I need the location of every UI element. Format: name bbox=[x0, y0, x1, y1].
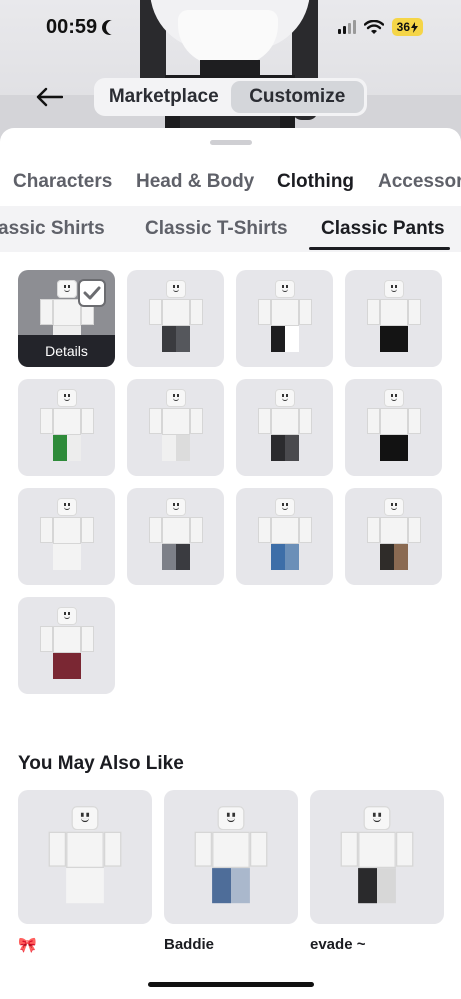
item-grid: Details bbox=[18, 270, 443, 694]
tab-head-body[interactable]: Head & Body bbox=[136, 171, 254, 193]
item-tile[interactable]: Details bbox=[18, 270, 115, 367]
back-button[interactable] bbox=[30, 80, 68, 114]
recommended-item[interactable]: evade ~ bbox=[310, 790, 444, 954]
recommended-item-name: 🎀 bbox=[18, 937, 37, 954]
item-tile[interactable] bbox=[127, 488, 224, 585]
tab-classic-pants[interactable]: Classic Pants bbox=[321, 218, 445, 240]
category-tabs: Characters Head & Body Clothing Accessor bbox=[0, 168, 461, 200]
details-button[interactable]: Details bbox=[18, 335, 115, 367]
status-indicators: 36 bbox=[337, 18, 423, 36]
status-bar: 00:59 36 bbox=[0, 0, 461, 54]
item-tile[interactable] bbox=[345, 379, 442, 476]
item-tile[interactable] bbox=[127, 379, 224, 476]
item-tile[interactable] bbox=[236, 379, 333, 476]
avatar-figure bbox=[146, 498, 206, 578]
avatar-figure bbox=[191, 806, 272, 914]
status-time-group: 00:59 bbox=[46, 16, 117, 39]
moon-icon bbox=[106, 20, 121, 35]
tab-customize[interactable]: Customize bbox=[230, 81, 364, 113]
avatar-figure bbox=[37, 607, 97, 687]
avatar-figure bbox=[364, 280, 424, 360]
avatar-figure bbox=[364, 498, 424, 578]
avatar-figure bbox=[337, 806, 418, 914]
item-tile[interactable] bbox=[236, 488, 333, 585]
item-tile[interactable] bbox=[18, 488, 115, 585]
recommended-item-name: Baddie bbox=[164, 936, 215, 953]
tab-classic-t-shirts[interactable]: Classic T-Shirts bbox=[145, 218, 288, 240]
sheet-grabber[interactable] bbox=[210, 140, 252, 145]
item-tile[interactable] bbox=[18, 597, 115, 694]
avatar-figure bbox=[146, 280, 206, 360]
customize-sheet: Characters Head & Body Clothing Accessor… bbox=[0, 128, 461, 999]
tab-marketplace[interactable]: Marketplace bbox=[97, 81, 231, 113]
recommended-thumbnail[interactable] bbox=[18, 790, 152, 924]
item-tile[interactable] bbox=[345, 270, 442, 367]
tab-characters[interactable]: Characters bbox=[13, 171, 112, 193]
charging-bolt-icon bbox=[411, 21, 418, 33]
active-tab-underline bbox=[309, 247, 450, 250]
mode-switch: Marketplace Customize bbox=[94, 78, 367, 116]
avatar-figure bbox=[37, 498, 97, 578]
recommended-thumbnail[interactable] bbox=[310, 790, 444, 924]
subcategory-tabs: assic Shirts Classic T-Shirts Classic Pa… bbox=[0, 206, 461, 252]
recommended-item[interactable]: Baddie bbox=[164, 790, 298, 954]
cellular-signal-icon bbox=[337, 20, 356, 34]
recommended-thumbnail[interactable] bbox=[164, 790, 298, 924]
recommended-item-name: evade ~ bbox=[310, 936, 366, 953]
item-tile[interactable] bbox=[345, 488, 442, 585]
avatar-figure bbox=[146, 389, 206, 469]
avatar-figure bbox=[255, 389, 315, 469]
avatar-figure bbox=[37, 389, 97, 469]
tab-accessories[interactable]: Accessor bbox=[378, 171, 461, 193]
avatar-figure bbox=[255, 280, 315, 360]
battery-indicator: 36 bbox=[391, 18, 423, 36]
checkmark-icon bbox=[78, 279, 106, 307]
recommended-item[interactable]: 🎀 bbox=[18, 790, 152, 954]
status-time: 00:59 bbox=[46, 15, 98, 38]
battery-level: 36 bbox=[396, 20, 410, 34]
wifi-icon bbox=[363, 19, 384, 34]
avatar-figure bbox=[45, 806, 126, 914]
tab-clothing[interactable]: Clothing bbox=[277, 171, 354, 193]
avatar-figure bbox=[364, 389, 424, 469]
tab-classic-shirts[interactable]: assic Shirts bbox=[0, 218, 105, 240]
avatar-figure bbox=[255, 498, 315, 578]
home-indicator bbox=[148, 982, 314, 987]
section-title: You May Also Like bbox=[18, 753, 184, 774]
item-tile[interactable] bbox=[127, 270, 224, 367]
item-tile[interactable] bbox=[18, 379, 115, 476]
recommended-row: 🎀 Baddie evade ~ bbox=[18, 790, 444, 954]
item-tile[interactable] bbox=[236, 270, 333, 367]
arrow-left-icon bbox=[36, 87, 63, 107]
